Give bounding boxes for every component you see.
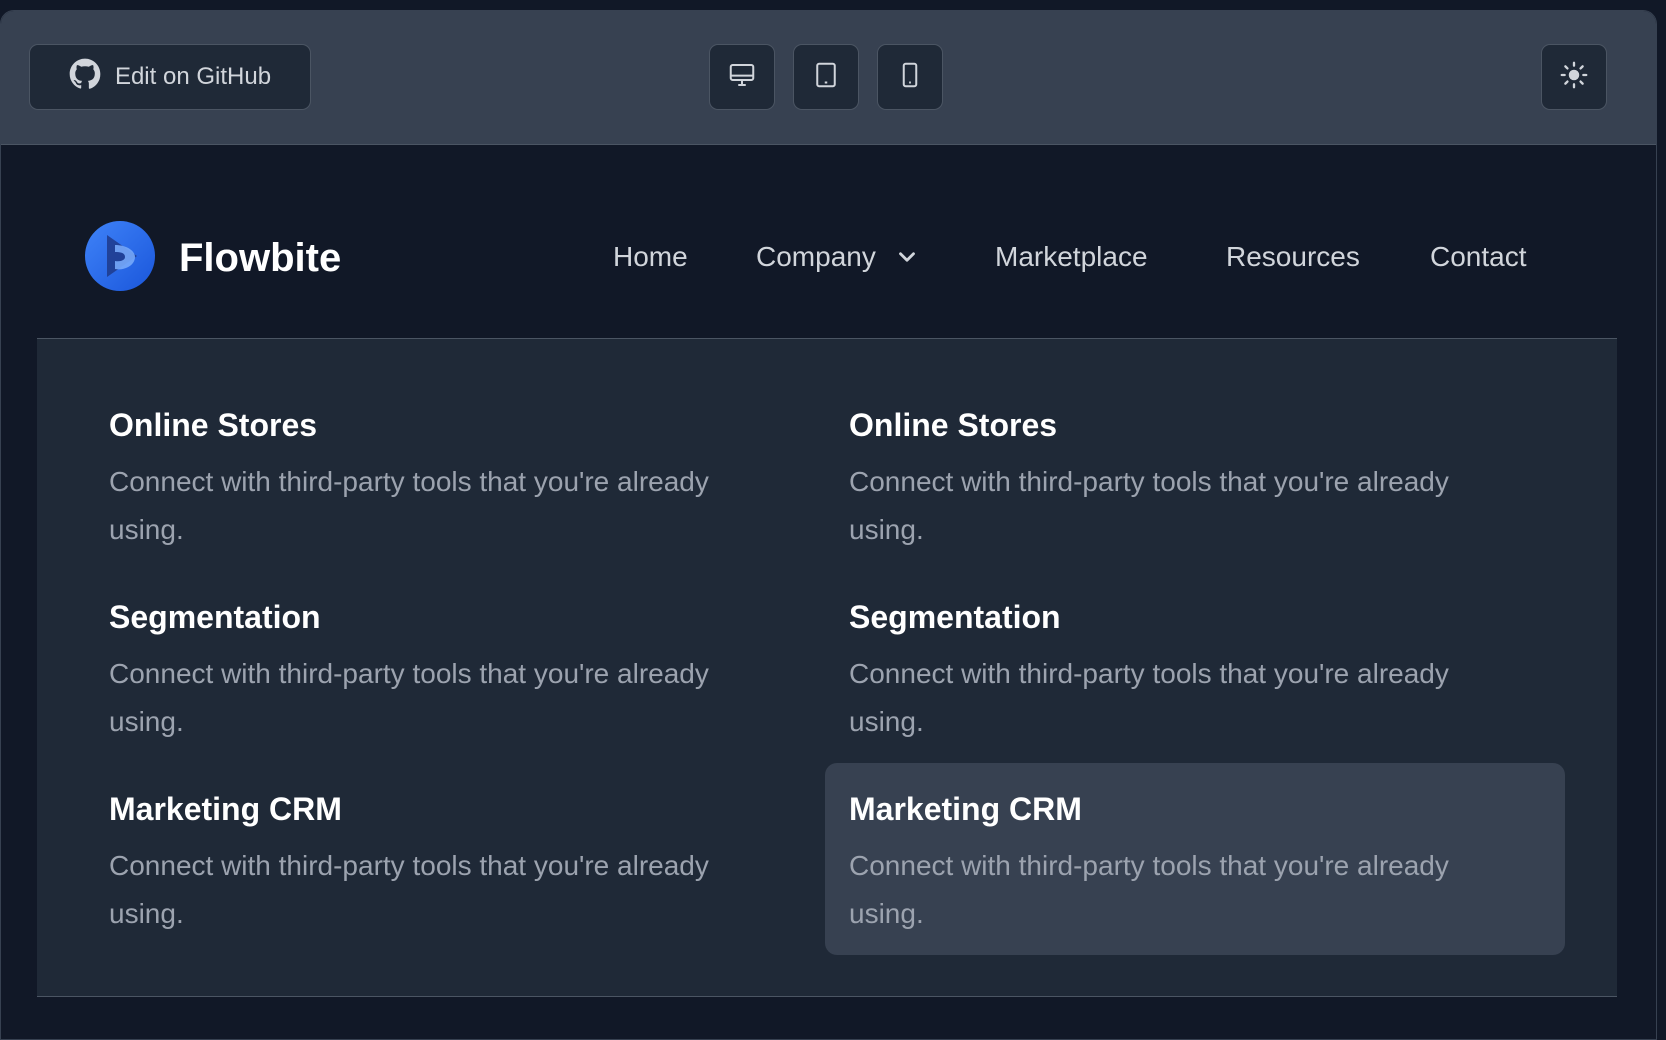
mega-menu-item[interactable]: Segmentation Connect with third-party to… bbox=[825, 571, 1565, 763]
nav-link-company-label: Company bbox=[756, 241, 876, 272]
nav-link-company[interactable]: Company bbox=[756, 241, 920, 273]
edit-on-github-button[interactable]: Edit on GitHub bbox=[29, 44, 311, 110]
nav-link-home[interactable]: Home bbox=[613, 241, 688, 273]
mega-menu-item-title: Marketing CRM bbox=[849, 791, 1082, 827]
desktop-icon bbox=[727, 60, 757, 95]
nav-link-resources[interactable]: Resources bbox=[1226, 241, 1360, 273]
preview-frame: Edit on GitHub Flowbite Home Company Mar… bbox=[0, 10, 1657, 1040]
mega-menu-item-title: Segmentation bbox=[109, 599, 321, 635]
mega-menu-item-desc: Connect with third-party tools that you'… bbox=[109, 850, 709, 929]
mega-menu-item-title: Online Stores bbox=[109, 407, 318, 443]
mega-menu-item-title: Online Stores bbox=[849, 407, 1058, 443]
navbar: Flowbite Home Company Marketplace Resour… bbox=[85, 221, 1565, 311]
mobile-icon bbox=[895, 60, 925, 95]
nav-link-contact[interactable]: Contact bbox=[1430, 241, 1527, 273]
desktop-view-button[interactable] bbox=[709, 44, 775, 110]
mega-menu-item-desc: Connect with third-party tools that you'… bbox=[109, 658, 709, 737]
mega-menu-item[interactable]: Online Stores Connect with third-party t… bbox=[85, 379, 825, 571]
nav-link-marketplace[interactable]: Marketplace bbox=[995, 241, 1148, 273]
mobile-view-button[interactable] bbox=[877, 44, 943, 110]
tablet-icon bbox=[811, 60, 841, 95]
mega-menu-item-desc: Connect with third-party tools that you'… bbox=[109, 466, 709, 545]
sun-icon bbox=[1560, 61, 1588, 94]
tablet-view-button[interactable] bbox=[793, 44, 859, 110]
chevron-down-icon bbox=[894, 244, 920, 270]
mega-menu-item[interactable]: Segmentation Connect with third-party to… bbox=[85, 571, 825, 763]
mega-menu-item-desc: Connect with third-party tools that you'… bbox=[849, 850, 1449, 929]
mega-menu-item-desc: Connect with third-party tools that you'… bbox=[849, 466, 1449, 545]
mega-menu-item-title: Marketing CRM bbox=[109, 791, 342, 827]
mega-menu-item-desc: Connect with third-party tools that you'… bbox=[849, 658, 1449, 737]
preview-toolbar: Edit on GitHub bbox=[1, 11, 1656, 145]
company-mega-menu: Online Stores Connect with third-party t… bbox=[37, 338, 1617, 997]
mega-menu-item[interactable]: Online Stores Connect with third-party t… bbox=[825, 379, 1565, 571]
github-icon bbox=[69, 58, 101, 97]
mega-menu-item-title: Segmentation bbox=[849, 599, 1061, 635]
mega-menu-item-hovered[interactable]: Marketing CRM Connect with third-party t… bbox=[825, 763, 1565, 955]
nav-links: Home Company Marketplace Resources Conta… bbox=[85, 241, 1565, 291]
edit-on-github-label: Edit on GitHub bbox=[114, 63, 272, 90]
mega-menu-item[interactable]: Marketing CRM Connect with third-party t… bbox=[85, 763, 825, 955]
theme-toggle-button[interactable] bbox=[1541, 44, 1607, 110]
